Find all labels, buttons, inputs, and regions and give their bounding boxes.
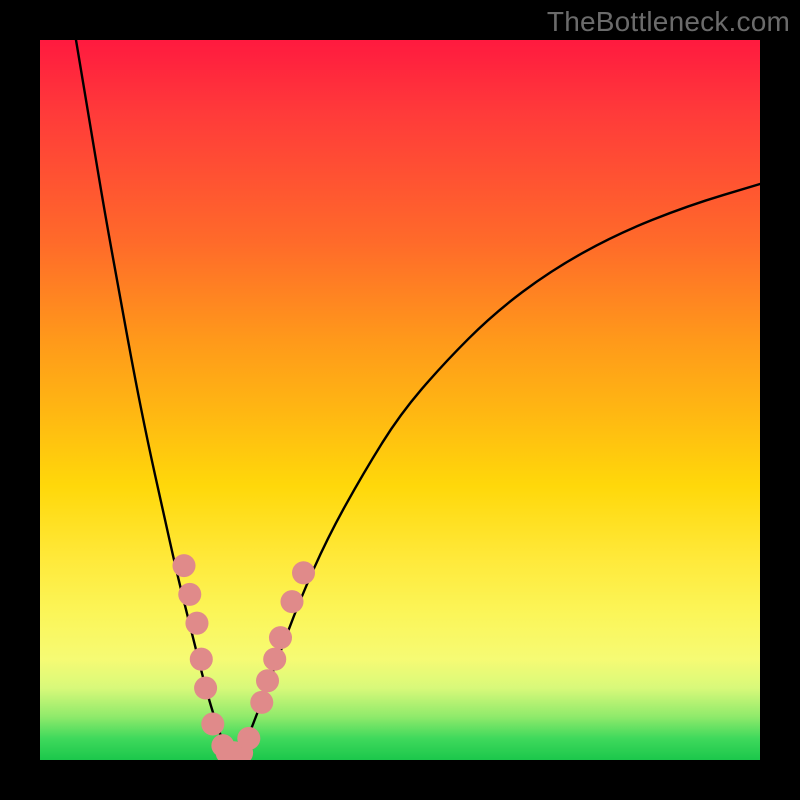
dot xyxy=(211,734,234,757)
plot-area xyxy=(40,40,760,760)
series-right-branch xyxy=(242,184,760,753)
dot xyxy=(185,612,208,635)
dot xyxy=(201,712,224,735)
curve-lines xyxy=(76,40,760,753)
dot xyxy=(250,691,273,714)
dot xyxy=(237,727,260,750)
chart-frame: TheBottleneck.com xyxy=(0,0,800,800)
dot xyxy=(223,741,246,760)
chart-svg xyxy=(40,40,760,760)
dot xyxy=(256,669,279,692)
dot xyxy=(263,648,286,671)
dot xyxy=(194,676,217,699)
series-left-branch xyxy=(76,40,227,753)
watermark-text: TheBottleneck.com xyxy=(547,6,790,38)
dot xyxy=(172,554,195,577)
dot xyxy=(216,741,239,760)
dot xyxy=(292,561,315,584)
dot xyxy=(230,741,253,760)
dot xyxy=(269,626,292,649)
dot xyxy=(190,648,213,671)
highlight-dots xyxy=(172,554,315,760)
dot xyxy=(280,590,303,613)
dot xyxy=(178,583,201,606)
